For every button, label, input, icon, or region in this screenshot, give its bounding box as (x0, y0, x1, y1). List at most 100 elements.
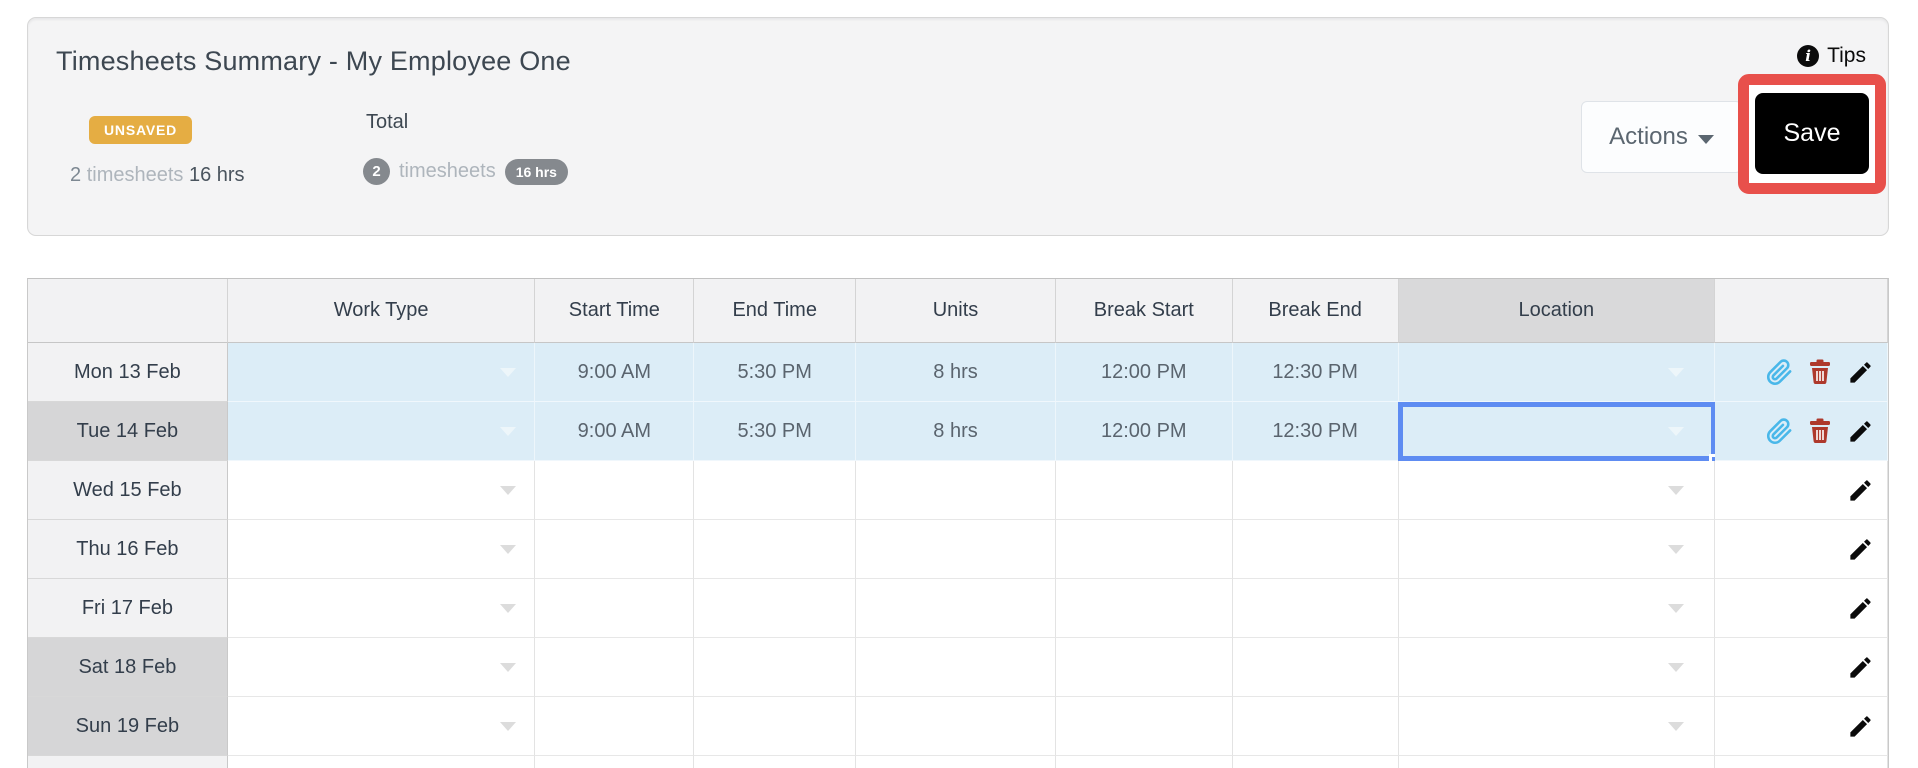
dropdown-arrow-icon (1668, 663, 1685, 672)
break-start-cell[interactable] (1055, 638, 1233, 697)
units-cell[interactable] (856, 638, 1056, 697)
work-type-cell[interactable] (227, 579, 536, 638)
start-time-cell[interactable] (535, 461, 695, 520)
delete-button[interactable] (1808, 359, 1832, 385)
column-header-actions (1715, 279, 1888, 343)
end-time-cell[interactable] (694, 520, 857, 579)
total-label: Total (366, 111, 409, 133)
pencil-icon (1850, 715, 1871, 737)
break-start-cell[interactable]: 12:00 PM (1055, 402, 1233, 461)
day-label (28, 756, 228, 768)
end-time-cell[interactable]: 5:30 PM (694, 343, 857, 402)
pencil-icon (1850, 656, 1871, 678)
day-label: Thu 16 Feb (28, 520, 228, 579)
column-header-units: Units (856, 279, 1056, 343)
dropdown-arrow-icon (1668, 604, 1685, 613)
end-time-cell[interactable] (694, 461, 857, 520)
end-time-cell[interactable] (694, 697, 857, 756)
start-time-cell[interactable]: 9:00 AM (535, 343, 695, 402)
edit-button[interactable] (1847, 418, 1874, 445)
end-time-cell[interactable] (694, 579, 857, 638)
break-end-cell[interactable] (1232, 638, 1399, 697)
break-start-cell[interactable] (1055, 697, 1233, 756)
work-type-cell[interactable] (227, 343, 536, 402)
break-end-cell[interactable]: 12:30 PM (1232, 343, 1399, 402)
break-start-cell[interactable] (1055, 461, 1233, 520)
day-label: Mon 13 Feb (28, 343, 228, 402)
pencil-icon (1850, 538, 1871, 560)
table-row-partial (28, 756, 1888, 768)
attachment-button[interactable] (1766, 417, 1793, 445)
start-time-cell[interactable] (535, 579, 695, 638)
actions-button[interactable]: Actions (1581, 101, 1742, 173)
work-type-cell[interactable] (227, 638, 536, 697)
total-unit: timesheets (399, 160, 496, 182)
row-actions-cell (1715, 402, 1889, 461)
location-cell[interactable] (1398, 461, 1716, 520)
delete-button[interactable] (1808, 418, 1832, 444)
column-header-break-end: Break End (1232, 279, 1399, 343)
units-cell[interactable] (856, 520, 1056, 579)
dropdown-arrow-icon (500, 722, 517, 731)
location-cell[interactable] (1398, 343, 1716, 402)
work-type-cell[interactable] (227, 697, 536, 756)
start-time-cell[interactable] (535, 638, 695, 697)
work-type-cell[interactable] (227, 461, 536, 520)
units-cell[interactable]: 8 hrs (856, 343, 1056, 402)
dropdown-arrow-icon (500, 604, 517, 613)
actions-label: Actions (1609, 123, 1688, 150)
start-time-cell[interactable] (535, 697, 695, 756)
table-row-fri: Fri 17 Feb (28, 579, 1889, 638)
end-time-cell[interactable]: 5:30 PM (694, 402, 857, 461)
table-row-tue: Tue 14 Feb 9:00 AM 5:30 PM 8 hrs 12:00 P… (28, 402, 1889, 467)
status-badge: UNSAVED (89, 116, 193, 144)
dropdown-arrow-icon (1668, 427, 1685, 436)
break-start-cell[interactable] (1055, 579, 1233, 638)
location-cell[interactable] (1398, 520, 1716, 579)
break-start-cell[interactable] (1055, 520, 1233, 579)
trash-icon (1810, 418, 1831, 444)
location-cell[interactable] (1398, 638, 1716, 697)
work-type-cell[interactable] (227, 402, 536, 461)
end-time-cell[interactable] (694, 638, 857, 697)
break-start-cell[interactable]: 12:00 PM (1055, 343, 1233, 402)
units-cell[interactable] (856, 579, 1056, 638)
tips-label: Tips (1827, 44, 1866, 67)
attachment-button[interactable] (1766, 358, 1793, 386)
pencil-icon (1850, 479, 1871, 501)
break-end-cell[interactable] (1232, 461, 1399, 520)
units-cell[interactable] (856, 461, 1056, 520)
tips-link[interactable]: i Tips (1797, 44, 1866, 68)
location-cell-selected[interactable] (1397, 402, 1722, 467)
break-end-cell[interactable] (1232, 579, 1399, 638)
save-button[interactable]: Save (1755, 93, 1869, 174)
start-time-cell[interactable]: 9:00 AM (535, 402, 695, 461)
start-time-cell[interactable] (535, 520, 695, 579)
break-end-cell[interactable] (1232, 520, 1399, 579)
units-cell[interactable]: 8 hrs (856, 402, 1056, 461)
edit-button[interactable] (1847, 477, 1874, 504)
dropdown-arrow-icon (1668, 486, 1685, 495)
dropdown-arrow-icon (1668, 722, 1685, 731)
location-cell[interactable] (1398, 697, 1716, 756)
location-cell[interactable] (1398, 579, 1716, 638)
edit-button[interactable] (1847, 536, 1874, 563)
dropdown-arrow-icon (500, 427, 517, 436)
day-label: Wed 15 Feb (28, 461, 228, 520)
paperclip-icon (1767, 417, 1792, 444)
work-type-cell[interactable] (227, 520, 536, 579)
edit-button[interactable] (1847, 713, 1874, 740)
break-end-cell[interactable] (1232, 697, 1399, 756)
column-header-location: Location (1398, 279, 1716, 343)
break-end-cell[interactable]: 12:30 PM (1232, 402, 1399, 461)
edit-button[interactable] (1847, 359, 1874, 386)
column-header-day (28, 279, 228, 343)
edit-button[interactable] (1847, 654, 1874, 681)
edit-button[interactable] (1847, 595, 1874, 622)
dropdown-arrow-icon (500, 545, 517, 554)
dropdown-arrow-icon (1668, 545, 1685, 554)
pencil-icon (1850, 420, 1871, 442)
dropdown-arrow-icon (500, 663, 517, 672)
units-cell[interactable] (856, 697, 1056, 756)
day-label: Fri 17 Feb (28, 579, 228, 638)
